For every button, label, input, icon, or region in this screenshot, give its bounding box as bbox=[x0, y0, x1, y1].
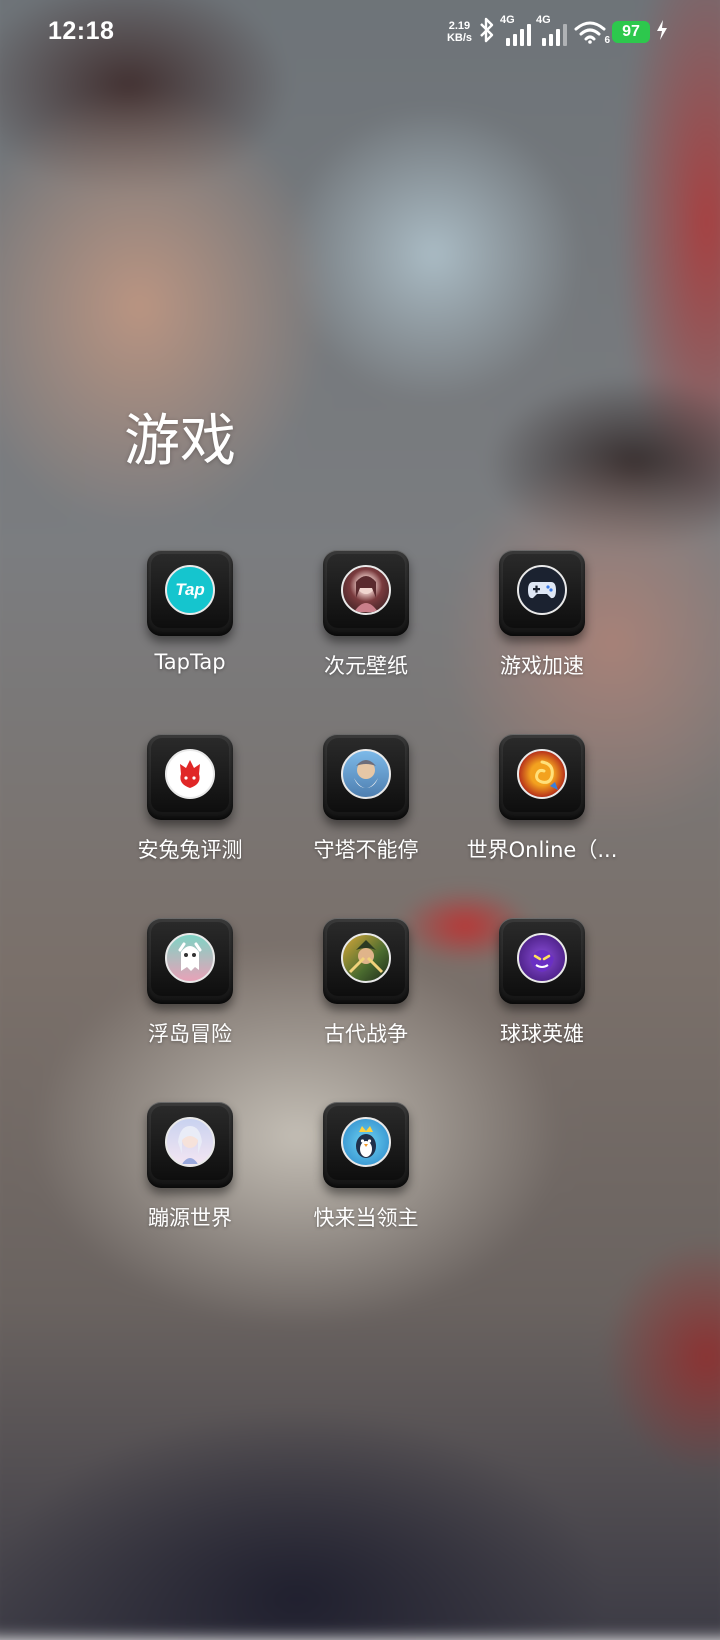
app-ciyuan-wallpaper[interactable]: 次元壁纸 bbox=[278, 550, 454, 680]
wifi-icon bbox=[574, 21, 606, 44]
app-world-online[interactable]: 世界Online（... bbox=[454, 734, 630, 864]
signal-bars-icon bbox=[542, 24, 567, 46]
warrior-avatar-icon bbox=[341, 933, 391, 983]
app-label: 古代战争 bbox=[324, 1022, 408, 1046]
network-speed-value: 2.19 bbox=[448, 20, 471, 32]
network-speed: 2.19 KB/s bbox=[447, 20, 472, 44]
app-icon-frame bbox=[147, 1102, 233, 1188]
status-icons: 2.19 KB/s 4G 4G 6 97 bbox=[447, 14, 668, 48]
cell-signal-2: 4G bbox=[536, 14, 568, 46]
app-label: 蹦源世界 bbox=[148, 1206, 232, 1230]
ghost-character-icon bbox=[165, 933, 215, 983]
app-label: 安兔兔评测 bbox=[137, 838, 243, 862]
app-grid: Tap TapTap 次元壁纸 游戏加速 安兔兔评测 守塔不能停 世界Onlin… bbox=[102, 550, 632, 1232]
taptap-logo-text: Tap bbox=[175, 580, 205, 599]
app-lord-game[interactable]: 快来当领主 bbox=[278, 1102, 454, 1232]
signal-bars-icon bbox=[506, 24, 531, 46]
app-icon-frame bbox=[499, 918, 585, 1004]
battery-indicator: 97 bbox=[612, 21, 650, 43]
app-label: 球球英雄 bbox=[500, 1022, 584, 1046]
bluetooth-icon bbox=[478, 17, 496, 47]
antutu-flame-icon bbox=[165, 749, 215, 799]
wifi-status: 6 bbox=[574, 20, 610, 46]
gamepad-icon bbox=[517, 565, 567, 615]
swirl-emblem-icon bbox=[517, 749, 567, 799]
app-label: 守塔不能停 bbox=[313, 838, 419, 862]
anime-character-icon bbox=[165, 1117, 215, 1167]
app-taptap[interactable]: Tap TapTap bbox=[102, 550, 278, 680]
app-label: 快来当领主 bbox=[313, 1206, 419, 1230]
purple-monster-icon bbox=[517, 933, 567, 983]
app-icon-frame bbox=[147, 734, 233, 820]
cell-signal-2-type: 4G bbox=[536, 14, 551, 26]
wizard-avatar-icon bbox=[341, 749, 391, 799]
app-icon-frame bbox=[499, 734, 585, 820]
cell-signal-1-type: 4G bbox=[500, 14, 515, 26]
app-label: 浮岛冒险 bbox=[148, 1022, 232, 1046]
app-icon-frame bbox=[323, 1102, 409, 1188]
app-label: TapTap bbox=[154, 650, 226, 674]
app-icon-frame bbox=[323, 550, 409, 636]
app-icon-frame bbox=[499, 550, 585, 636]
folder-title[interactable]: 游戏 bbox=[124, 396, 236, 477]
app-label: 世界Online（... bbox=[466, 838, 618, 862]
app-icon-frame bbox=[323, 734, 409, 820]
app-ball-heroes[interactable]: 球球英雄 bbox=[454, 918, 630, 1048]
battery-level: 97 bbox=[622, 23, 640, 40]
app-ancient-war[interactable]: 古代战争 bbox=[278, 918, 454, 1048]
app-label: 次元壁纸 bbox=[324, 654, 408, 678]
app-icon-frame bbox=[323, 918, 409, 1004]
app-bengyuan-world[interactable]: 蹦源世界 bbox=[102, 1102, 278, 1232]
app-icon-frame bbox=[147, 918, 233, 1004]
app-tower-defense[interactable]: 守塔不能停 bbox=[278, 734, 454, 864]
network-speed-unit: KB/s bbox=[446, 32, 472, 44]
app-antutu[interactable]: 安兔兔评测 bbox=[102, 734, 278, 864]
status-bar: 12:18 2.19 KB/s 4G 4G 6 97 bbox=[0, 0, 720, 64]
penguin-king-icon bbox=[341, 1117, 391, 1167]
app-icon-frame: Tap bbox=[147, 550, 233, 636]
app-label: 游戏加速 bbox=[500, 654, 584, 678]
clock: 12:18 bbox=[48, 17, 115, 45]
anime-girl-wallpaper-icon bbox=[341, 565, 391, 615]
charging-bolt-icon bbox=[656, 20, 668, 44]
app-floating-island[interactable]: 浮岛冒险 bbox=[102, 918, 278, 1048]
cell-signal-1: 4G bbox=[500, 14, 532, 46]
wifi-band: 6 bbox=[604, 35, 610, 46]
app-game-booster[interactable]: 游戏加速 bbox=[454, 550, 630, 680]
taptap-icon: Tap bbox=[165, 565, 215, 615]
